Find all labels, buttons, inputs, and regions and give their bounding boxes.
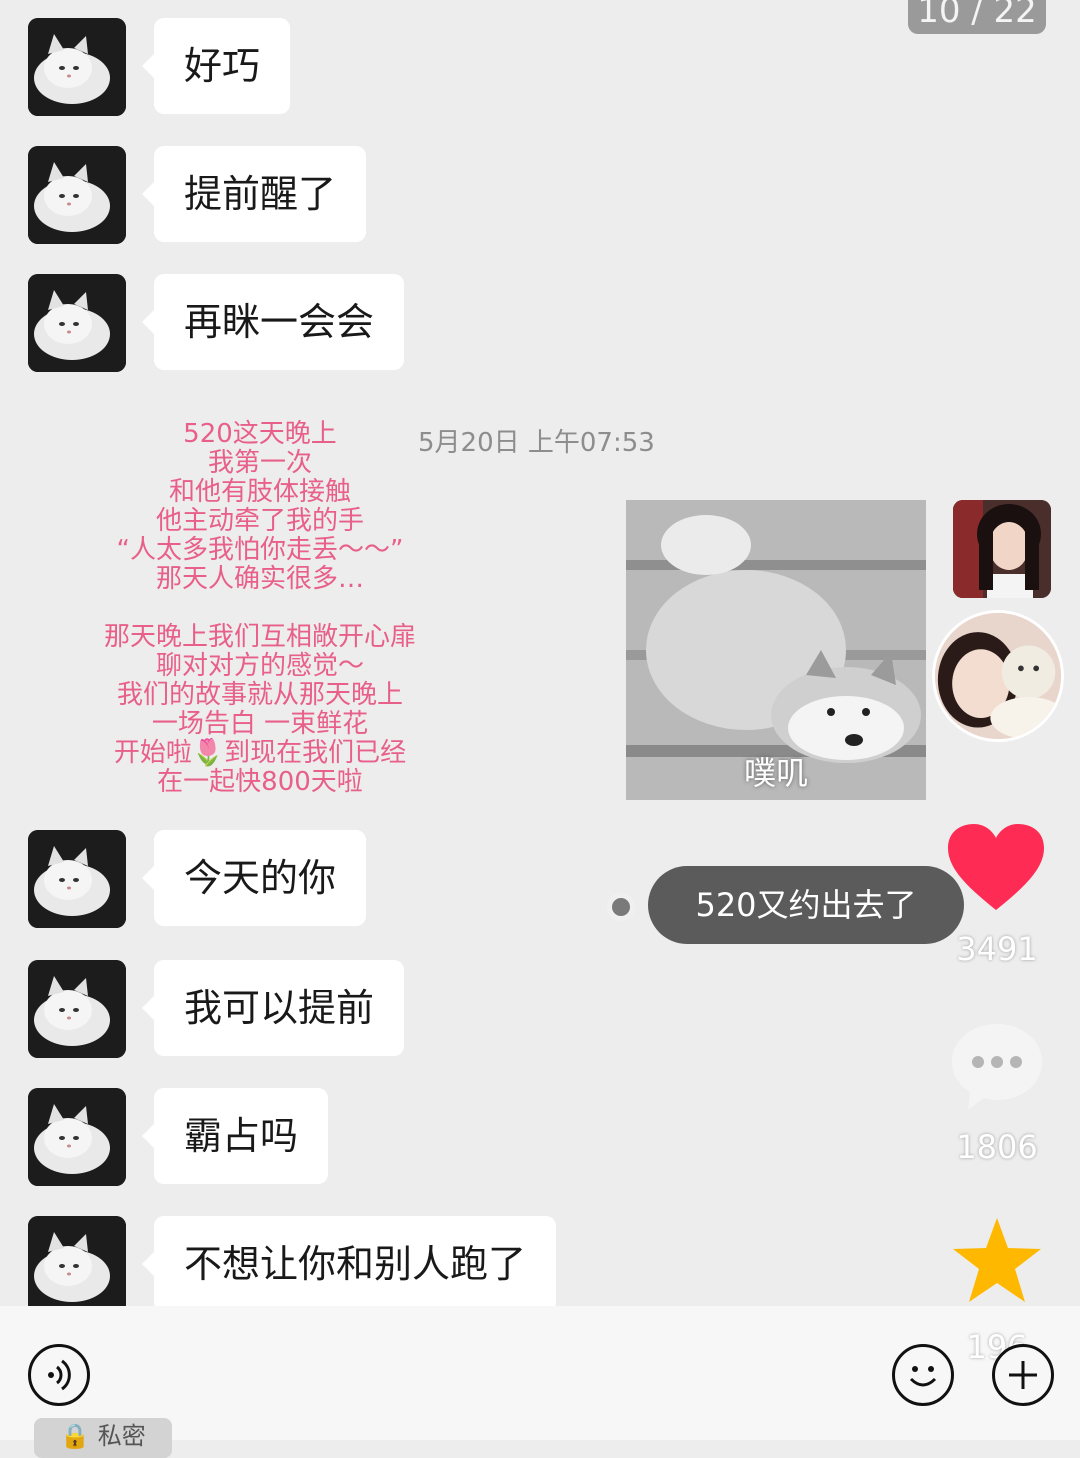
caption-line: 一场告白 一束鲜花 (151, 709, 369, 739)
sticker-label: 噗叽 (743, 754, 808, 792)
contact-avatar[interactable] (28, 830, 126, 928)
contact-avatar[interactable] (28, 960, 126, 1058)
voice-button[interactable] (28, 1344, 90, 1406)
message-bubble[interactable]: 不想让你和别人跑了 (141, 1216, 557, 1312)
comment-count: 1806 (956, 1128, 1038, 1166)
emoji-button[interactable] (892, 1344, 954, 1406)
caption-line: 我第一次 (207, 448, 312, 478)
contact-avatar[interactable] (28, 146, 126, 244)
star-icon[interactable] (950, 1216, 1044, 1306)
white-cat-avatar-icon (28, 1216, 126, 1314)
creator-avatar[interactable] (932, 610, 1064, 742)
message-bubble[interactable]: 霸占吗 (141, 1088, 329, 1184)
sticker-message[interactable]: 噗叽 (626, 500, 926, 800)
more-button[interactable] (992, 1344, 1054, 1406)
caption-line: 他主动牵了我的手 (155, 506, 364, 536)
contact-avatar[interactable] (28, 1216, 126, 1314)
heart-icon[interactable] (946, 822, 1046, 914)
like-count: 3491 (956, 930, 1038, 968)
private-tag[interactable]: 🔒 私密 (34, 1418, 172, 1458)
user-photo-icon (953, 500, 1051, 598)
voice-icon (48, 1359, 71, 1391)
plus-icon (1009, 1361, 1037, 1389)
smile-icon (909, 1366, 937, 1387)
caption-line: 在一起快800天啦 (157, 767, 363, 797)
creator-photo-icon (935, 613, 1061, 739)
message-bubble[interactable]: 再眯一会会 (141, 274, 405, 370)
white-cat-avatar-icon (28, 18, 126, 116)
contact-avatar[interactable] (28, 274, 126, 372)
caption-line: “人太多我怕你走丢～～” (116, 535, 404, 565)
comment-icon[interactable] (948, 1020, 1046, 1112)
self-avatar[interactable] (953, 500, 1051, 598)
caption-line: 520这天晚上 (183, 419, 337, 449)
white-cat-avatar-icon (28, 274, 126, 372)
caption-line: 那天人确实很多… (155, 564, 364, 594)
white-cat-avatar-icon (28, 830, 126, 928)
contact-avatar[interactable] (28, 18, 126, 116)
caption-line: 那天晚上我们互相敞开心扉 (103, 622, 416, 652)
topic-tag[interactable]: 520又约出去了 (648, 866, 964, 944)
video-caption: 520这天晚上 我第一次 和他有肢体接触 他主动牵了我的手 “人太多我怕你走丢～… (60, 420, 460, 797)
message-bubble[interactable]: 我可以提前 (141, 960, 405, 1056)
white-cat-avatar-icon (28, 960, 126, 1058)
message-bubble[interactable]: 提前醒了 (141, 146, 367, 242)
contact-avatar[interactable] (28, 1088, 126, 1186)
tag-dot (607, 893, 635, 921)
message-bubble[interactable]: 好巧 (141, 18, 291, 114)
white-cat-avatar-icon (28, 1088, 126, 1186)
caption-line: 聊对对方的感觉～ (155, 651, 364, 681)
page-counter: 10 / 22 (908, 0, 1046, 34)
caption-line: 我们的故事就从那天晚上 (116, 680, 403, 710)
caption-line: 开始啦🌷到现在我们已经 (113, 738, 407, 768)
white-cat-avatar-icon (28, 146, 126, 244)
caption-line: 和他有肢体接触 (168, 477, 351, 507)
message-bubble[interactable]: 今天的你 (141, 830, 367, 926)
